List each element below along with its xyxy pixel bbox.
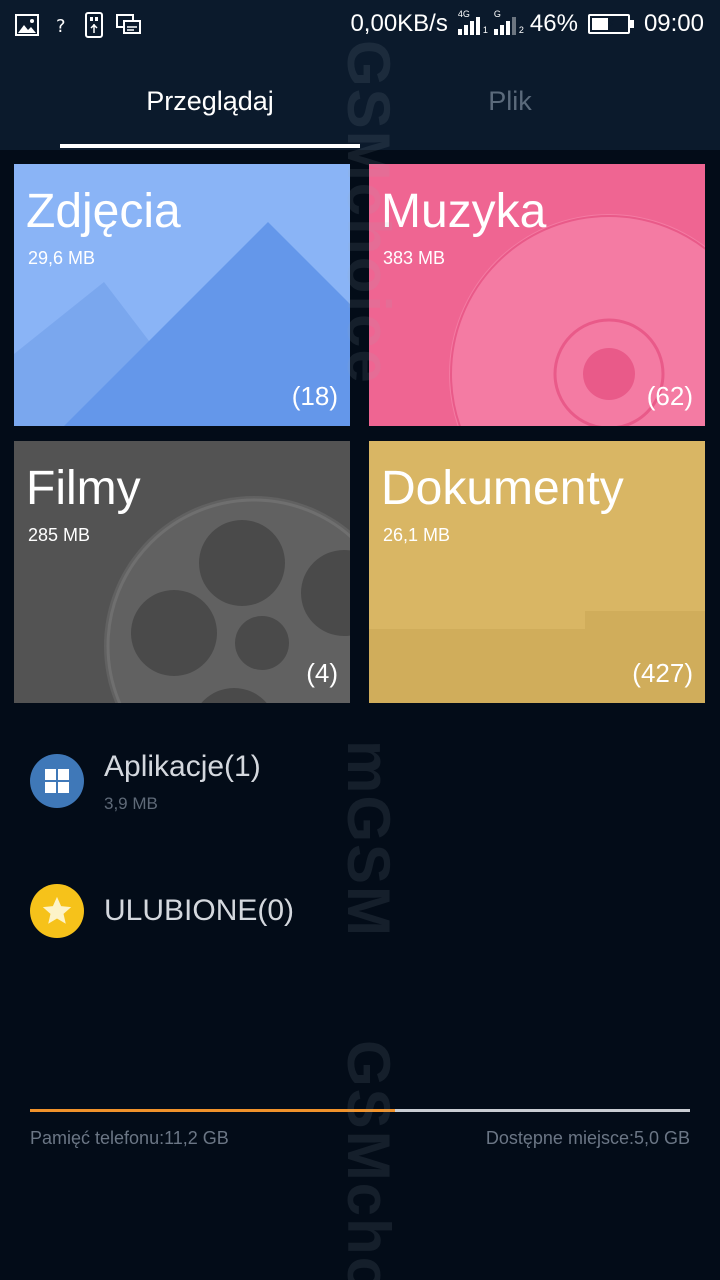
category-title: Zdjęcia	[26, 185, 181, 238]
battery-level: 46%	[529, 10, 578, 37]
screen-mirror-icon	[116, 14, 141, 34]
tab-active-indicator	[60, 144, 360, 148]
network-speed: 0,00KB/s	[350, 10, 448, 37]
svg-text:?: ?	[56, 16, 66, 37]
category-count: (18)	[291, 381, 338, 411]
watermark: GSMcho	[335, 1040, 402, 1280]
watermark: GSMchoice	[335, 40, 402, 385]
apps-grid-icon	[30, 754, 84, 808]
notification-icons: ?	[14, 12, 142, 38]
battery-icon: ⚡	[587, 14, 634, 34]
usb-icon	[85, 12, 103, 38]
sim1-network-type: 4G	[457, 9, 470, 19]
watermark: mGSM	[335, 740, 402, 939]
tab-files[interactable]: Plik	[360, 52, 660, 150]
phone-storage-label: Pamięć telefonu:11,2 GB	[30, 1128, 229, 1148]
category-tile-music[interactable]: Muzyka 383 MB (62)	[369, 164, 705, 426]
category-title: Muzyka	[381, 185, 547, 238]
category-count: (62)	[646, 381, 693, 411]
clock: 09:00	[643, 10, 704, 37]
category-title: Dokumenty	[381, 462, 624, 515]
category-size: 29,6 MB	[28, 248, 96, 268]
sim2-signal-icon: G 2	[493, 9, 524, 35]
sim2-network-type: G	[493, 9, 501, 19]
free-space-label: Dostępne miejsce:5,0 GB	[485, 1128, 690, 1148]
tab-browse[interactable]: Przeglądaj	[60, 52, 360, 150]
help-icon: ?	[56, 16, 66, 37]
apps-size: 3,9 MB	[104, 794, 158, 813]
image-icon	[15, 14, 39, 36]
category-size: 285 MB	[28, 525, 91, 545]
category-count: (4)	[306, 658, 338, 688]
status-indicators: 0,00KB/s 4G 1 G 2 46% ⚡ 09:00	[350, 9, 704, 38]
star-icon	[30, 884, 84, 938]
sim1-signal-icon: 4G 1	[457, 9, 488, 35]
category-tile-documents[interactable]: Dokumenty 26,1 MB (427)	[369, 441, 705, 703]
sim2-index: 2	[518, 25, 524, 35]
category-title: Filmy	[26, 462, 141, 515]
category-tile-videos[interactable]: Filmy 285 MB (4)	[14, 441, 350, 703]
favorites-label: ULUBIONE(0)	[104, 894, 295, 927]
category-count: (427)	[632, 658, 693, 688]
sim1-index: 1	[482, 25, 488, 35]
category-tile-photos[interactable]: Zdjęcia 29,6 MB (18)	[14, 164, 350, 426]
apps-label: Aplikacje(1)	[104, 750, 261, 783]
category-size: 26,1 MB	[383, 525, 451, 545]
